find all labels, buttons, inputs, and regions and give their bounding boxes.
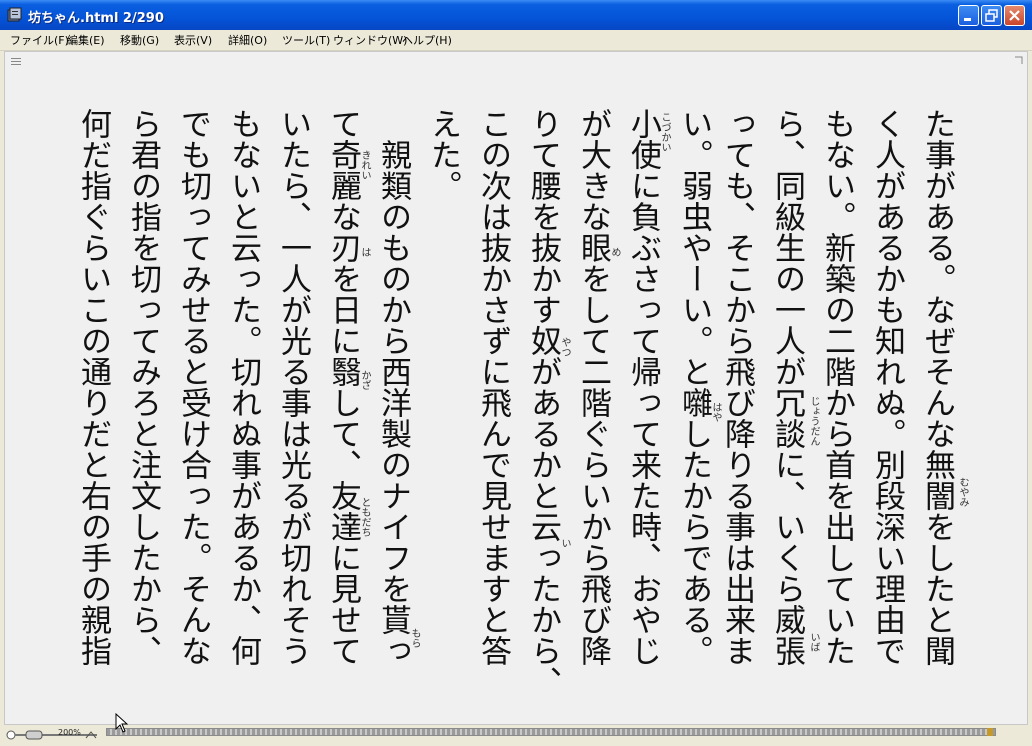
- text-column: い。弱虫やーい。と囃したからである。: [676, 108, 712, 666]
- close-icon: [1009, 10, 1020, 21]
- text-column: りて腰を抜かす奴があるかと云ったから、: [525, 108, 561, 697]
- ruby-annotation: いば: [808, 632, 819, 652]
- menu-detail[interactable]: 詳細(O): [228, 32, 267, 48]
- mouse-pointer-icon: [115, 713, 129, 733]
- text-column: て奇麗な刃を日に翳して、友達に見せて: [325, 108, 361, 666]
- text-column: 親類のものから西洋製のナイフを貰っ: [375, 108, 411, 666]
- menu-help[interactable]: ヘルプ(H): [402, 32, 452, 48]
- text-column: 何だ指ぐらいこの通りだと右の手の親指: [75, 108, 111, 666]
- menu-view[interactable]: 表示(V): [174, 32, 212, 48]
- ruby-annotation: はや: [710, 402, 721, 422]
- text-column: もない。新築の二階から首を出していた: [819, 108, 855, 666]
- text-column: 小使に負ぶさって帰って来た時、おやじ: [625, 108, 661, 666]
- text-column: もないと云った。切れぬ事があるか、何: [225, 108, 261, 666]
- text-column: っても、そこから飛び降りる事は出来ま: [719, 108, 755, 666]
- hamburger-icon[interactable]: [11, 58, 21, 66]
- restore-button[interactable]: [981, 5, 1002, 26]
- page-position-marker[interactable]: [987, 728, 993, 736]
- menu-window[interactable]: ウィンドウ(W): [333, 32, 407, 48]
- ruby-annotation: は: [359, 247, 370, 257]
- close-button[interactable]: [1004, 5, 1025, 26]
- app-window: 坊ちゃん.html 2/290 ファイル(F) 編集(E) 移動(G) 表示(V…: [0, 0, 1032, 746]
- text-column: でも切ってみせると受け合った。そんな: [175, 108, 211, 666]
- menu-file[interactable]: ファイル(F): [10, 32, 69, 48]
- restore-icon: [985, 9, 998, 22]
- zoom-level: 200%: [58, 728, 81, 737]
- zoom-slider[interactable]: [6, 729, 104, 741]
- text-column: が大きな眼をして二階ぐらいから飛び降: [575, 108, 611, 666]
- text-column: た事がある。なぜそんな無闇をしたと聞: [919, 108, 955, 666]
- ruby-annotation: い: [559, 538, 570, 548]
- text-column: ら君の指を切ってみろと注文したから、: [125, 108, 161, 666]
- ruby-annotation: やつ: [559, 337, 570, 357]
- ruby-annotation: むやみ: [957, 477, 968, 507]
- text-column: えた。: [425, 108, 461, 201]
- document-view[interactable]: た事がある。なぜそんな無闇をしたと聞 く人があるかも知れぬ。別段深い理由で もな…: [4, 51, 1028, 725]
- corner-mark-icon: [1015, 56, 1023, 64]
- text-column: く人があるかも知れぬ。別段深い理由で: [869, 108, 905, 666]
- minimize-icon: [964, 18, 971, 21]
- menu-tools[interactable]: ツール(T): [282, 32, 330, 48]
- page-scrollbar[interactable]: [106, 728, 996, 736]
- status-bar: 200%: [0, 725, 1032, 746]
- window-title: 坊ちゃん.html 2/290: [28, 11, 164, 26]
- ruby-annotation: かざ: [359, 370, 370, 390]
- book-app-icon: [7, 7, 22, 22]
- minimize-button[interactable]: [958, 5, 979, 26]
- ruby-annotation: ともだち: [359, 497, 370, 537]
- ruby-annotation: じょうだん: [808, 396, 819, 446]
- menu-edit[interactable]: 編集(E): [67, 32, 105, 48]
- ruby-annotation: め: [609, 247, 620, 257]
- text-column: この次は抜かさずに飛んで見せますと答: [475, 108, 511, 666]
- ruby-annotation: きれい: [359, 150, 370, 180]
- menu-bar: ファイル(F) 編集(E) 移動(G) 表示(V) 詳細(O) ツール(T) ウ…: [0, 30, 1032, 51]
- text-column: ら、同級生の一人が冗談に、いくら威張: [769, 108, 805, 666]
- text-column: いたら、一人が光る事は光るが切れそう: [275, 108, 311, 666]
- menu-move[interactable]: 移動(G): [120, 32, 159, 48]
- ruby-annotation: こづかい: [659, 112, 670, 152]
- title-bar[interactable]: 坊ちゃん.html 2/290: [0, 0, 1032, 30]
- ruby-annotation: もら: [409, 628, 420, 648]
